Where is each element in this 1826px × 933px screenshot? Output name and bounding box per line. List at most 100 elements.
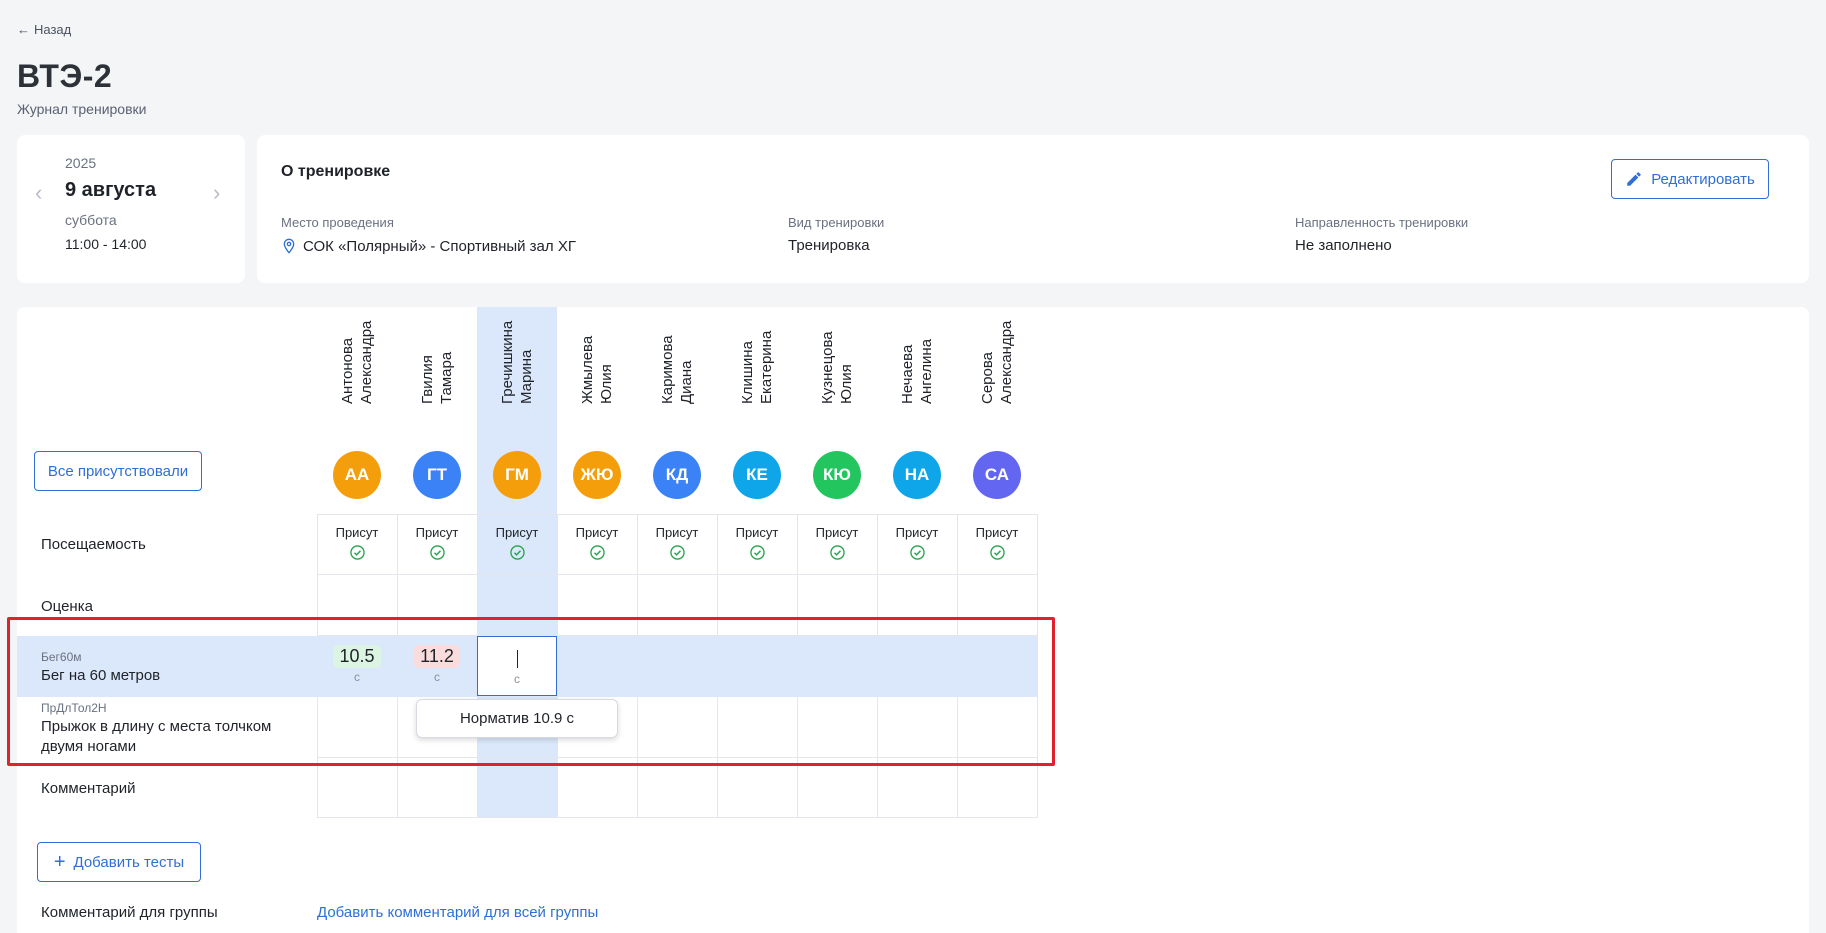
attendance-status: Присут bbox=[495, 525, 539, 540]
avatar: ГМ bbox=[493, 451, 541, 499]
athlete-header[interactable]: Серова Александра СА bbox=[957, 321, 1037, 502]
check-circle-icon bbox=[589, 545, 605, 560]
attendance-cell[interactable]: Присут bbox=[797, 525, 877, 560]
athlete-name: Кузнецова Юлия bbox=[818, 331, 856, 404]
avatar: НА bbox=[893, 451, 941, 499]
avatar: АА bbox=[333, 451, 381, 499]
attendance-cell[interactable]: Присут bbox=[317, 525, 397, 560]
athlete-name: Клишина Екатерина bbox=[738, 331, 776, 404]
group-comment-label: Комментарий для группы bbox=[41, 904, 218, 921]
athlete-header[interactable]: Гвилия Тамара ГТ bbox=[397, 340, 477, 502]
avatar: ЖЮ bbox=[573, 451, 621, 499]
place-label: Место проведения bbox=[281, 215, 394, 230]
training-focus-label: Направленность тренировки bbox=[1295, 215, 1469, 230]
training-type-label: Вид тренировки bbox=[788, 215, 885, 230]
attendance-status: Присут bbox=[655, 525, 699, 540]
check-circle-icon bbox=[829, 545, 845, 560]
attendance-status: Присут bbox=[895, 525, 939, 540]
back-link[interactable]: ← Назад bbox=[17, 22, 71, 37]
place-text: СОК «Полярный» - Спортивный зал ХГ bbox=[303, 237, 576, 255]
athlete-first-name: Юлия bbox=[598, 364, 615, 404]
check-circle-icon bbox=[429, 545, 445, 560]
athlete-name: Гречишкина Марина bbox=[498, 321, 536, 404]
attendance-cell[interactable]: Присут bbox=[637, 525, 717, 560]
athlete-first-name: Екатерина bbox=[758, 330, 775, 404]
athlete-first-name: Ангелина bbox=[918, 338, 935, 404]
athlete-last-name: Клишина bbox=[739, 341, 756, 404]
athlete-name: Антонова Александра bbox=[338, 321, 376, 404]
athlete-header[interactable]: Жмылева Юлия ЖЮ bbox=[557, 336, 637, 502]
add-tests-button[interactable]: + Добавить тесты bbox=[37, 842, 201, 882]
training-focus-value: Не заполнено bbox=[1295, 237, 1392, 254]
training-info-heading: О тренировке bbox=[281, 163, 391, 180]
athlete-header[interactable]: Кузнецова Юлия КЮ bbox=[797, 331, 877, 502]
plus-icon: + bbox=[53, 851, 66, 873]
avatar: СА bbox=[973, 451, 1021, 499]
page-subtitle: Журнал тренировки bbox=[17, 101, 147, 117]
athlete-header[interactable]: Антонова Александра АА bbox=[317, 321, 397, 502]
date-day: 9 августа bbox=[65, 179, 157, 201]
athlete-header[interactable]: Нечаева Ангелина НА bbox=[877, 339, 957, 502]
pencil-icon bbox=[1627, 172, 1641, 186]
attendance-cell[interactable]: Присут bbox=[397, 525, 477, 560]
group-comment-link[interactable]: Добавить комментарий для всей группы bbox=[317, 904, 598, 921]
add-tests-label: Добавить тесты bbox=[73, 853, 185, 871]
check-circle-icon bbox=[349, 545, 365, 560]
edit-button-label: Редактировать bbox=[1651, 170, 1755, 188]
athlete-last-name: Серова bbox=[979, 351, 996, 404]
attendance-status: Присут bbox=[815, 525, 859, 540]
check-circle-icon bbox=[749, 545, 765, 560]
athlete-header[interactable]: Гречишкина Марина ГМ bbox=[477, 321, 557, 502]
all-present-button[interactable]: Все присутствовали bbox=[34, 451, 202, 491]
place-value: СОК «Полярный» - Спортивный зал ХГ bbox=[281, 237, 576, 255]
attendance-status: Присут bbox=[335, 525, 379, 540]
athlete-last-name: Антонова bbox=[339, 337, 356, 404]
athlete-name: Жмылева Юлия bbox=[578, 336, 616, 404]
athlete-last-name: Кузнецова bbox=[819, 331, 836, 404]
row-label-attendance: Посещаемость bbox=[41, 536, 146, 553]
attendance-cell[interactable]: Присут bbox=[477, 525, 557, 560]
avatar: КЮ bbox=[813, 451, 861, 499]
check-circle-icon bbox=[509, 545, 525, 560]
location-pin-icon bbox=[283, 238, 295, 254]
athlete-first-name: Марина bbox=[518, 349, 535, 404]
athlete-last-name: Каримова bbox=[659, 335, 676, 404]
athlete-last-name: Гречишкина bbox=[499, 320, 516, 404]
check-circle-icon bbox=[909, 545, 925, 560]
athlete-first-name: Тамара bbox=[438, 351, 455, 404]
chevron-right-icon[interactable]: › bbox=[213, 180, 220, 206]
date-weekday: суббота bbox=[65, 212, 117, 228]
back-label: Назад bbox=[34, 22, 72, 37]
athlete-name: Каримова Диана bbox=[658, 335, 696, 404]
attendance-cell[interactable]: Присут bbox=[557, 525, 637, 560]
athlete-last-name: Жмылева bbox=[579, 335, 596, 404]
attendance-status: Присут bbox=[415, 525, 459, 540]
attendance-cell[interactable]: Присут bbox=[957, 525, 1037, 560]
avatar: ГТ bbox=[413, 451, 461, 499]
training-info-card: О тренировке Редактировать Место проведе… bbox=[257, 135, 1809, 283]
athlete-last-name: Гвилия bbox=[419, 355, 436, 404]
athlete-name: Нечаева Ангелина bbox=[898, 339, 936, 404]
attendance-status: Присут bbox=[575, 525, 619, 540]
arrow-left-icon: ← bbox=[17, 22, 30, 37]
row-label-grade: Оценка bbox=[41, 598, 93, 615]
date-time: 11:00 - 14:00 bbox=[65, 236, 147, 252]
attendance-cell[interactable]: Присут bbox=[717, 525, 797, 560]
athlete-header[interactable]: Каримова Диана КД bbox=[637, 335, 717, 502]
attendance-cell[interactable]: Присут bbox=[877, 525, 957, 560]
athlete-first-name: Александра bbox=[358, 320, 375, 404]
chevron-left-icon[interactable]: ‹ bbox=[35, 180, 42, 206]
athlete-last-name: Нечаева bbox=[899, 344, 916, 404]
edit-button[interactable]: Редактировать bbox=[1611, 159, 1769, 199]
athlete-first-name: Диана bbox=[678, 360, 695, 404]
attendance-status: Присут bbox=[735, 525, 779, 540]
date-card: ‹ › 2025 9 августа суббота 11:00 - 14:00 bbox=[17, 135, 245, 283]
check-circle-icon bbox=[669, 545, 685, 560]
athlete-name: Серова Александра bbox=[978, 321, 1016, 404]
annotation-highlight-box bbox=[7, 617, 1055, 766]
page-title: ВТЭ-2 bbox=[17, 58, 113, 94]
athlete-name: Гвилия Тамара bbox=[418, 352, 456, 404]
training-type-value: Тренировка bbox=[788, 237, 870, 254]
athlete-header[interactable]: Клишина Екатерина КЕ bbox=[717, 331, 797, 502]
avatar: КД bbox=[653, 451, 701, 499]
